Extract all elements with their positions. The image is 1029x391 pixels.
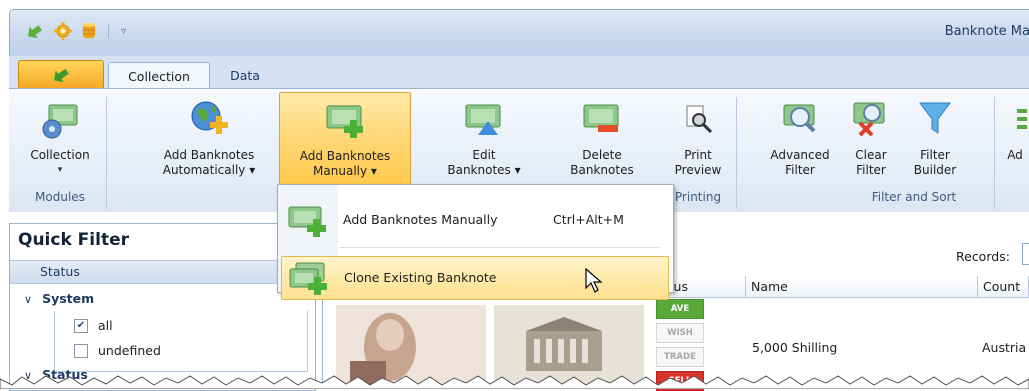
add-auto-label-1: Add Banknotes xyxy=(163,148,255,162)
tab-collection[interactable]: Collection xyxy=(108,62,210,89)
builder-label-1: Filter xyxy=(920,148,950,162)
collection-button[interactable]: Collection ▾ xyxy=(17,92,103,187)
checkbox-unchecked[interactable] xyxy=(74,343,88,358)
delete-banknotes-button[interactable]: Delete Banknotes xyxy=(552,92,652,187)
application-menu-button[interactable] xyxy=(18,60,104,89)
add-banknotes-manually-button[interactable]: Add Banknotes Manually ▾ xyxy=(279,92,411,189)
print-label-2: Preview xyxy=(674,163,722,177)
print-preview-icon xyxy=(686,105,713,134)
clear-filter-icon xyxy=(853,102,885,137)
clear-label-1: Clear xyxy=(855,148,887,162)
database-icon[interactable] xyxy=(82,22,96,40)
menu-item-shortcut: Ctrl+Alt+M xyxy=(553,212,624,227)
banknote-add-icon xyxy=(326,105,363,138)
group-modules-label: Modules xyxy=(35,190,85,204)
collection-icon xyxy=(42,104,78,139)
add-cut-off-button[interactable]: Ad xyxy=(1001,92,1029,187)
status-section-header[interactable]: Status xyxy=(10,260,315,284)
clear-filter-button[interactable]: Clear Filter xyxy=(847,92,895,187)
records-label: Records: xyxy=(956,249,1010,264)
tab-data[interactable]: Data xyxy=(220,62,270,88)
filter-item-all[interactable]: ✔ all xyxy=(74,318,113,333)
quick-access-toolbar: ▿ xyxy=(24,22,126,40)
menu-item-label: Add Banknotes Manually xyxy=(343,212,498,227)
print-preview-button[interactable]: Print Preview xyxy=(661,92,735,187)
delete-label-2: Banknotes xyxy=(570,163,634,177)
collection-label: Collection xyxy=(30,148,90,162)
torn-edge-decoration xyxy=(0,375,1029,389)
status-section-label: Status xyxy=(40,264,80,279)
advanced-filter-button[interactable]: Advanced Filter xyxy=(755,92,845,187)
globe-add-icon xyxy=(191,101,228,134)
print-label-1: Print xyxy=(684,148,712,162)
column-header-country[interactable]: Count xyxy=(978,276,1029,298)
banknote-delete-icon xyxy=(583,104,619,132)
menu-separator xyxy=(340,247,660,248)
builder-label-2: Builder xyxy=(913,163,957,177)
banknote-search-icon xyxy=(783,104,816,133)
chevron-down-icon: ∨ xyxy=(24,293,33,306)
funnel-icon xyxy=(919,102,951,134)
cell-country[interactable]: Austria xyxy=(982,340,1026,355)
cut-off-label: Ad xyxy=(1007,148,1023,162)
checkbox-checked[interactable]: ✔ xyxy=(74,318,88,333)
column-header-name[interactable]: Name xyxy=(746,276,978,298)
advanced-label-1: Advanced xyxy=(770,148,830,162)
delete-label-1: Delete xyxy=(582,148,622,162)
add-auto-label-2: Automatically ▾ xyxy=(162,163,256,177)
add-banknotes-automatically-button[interactable]: Add Banknotes Automatically ▾ xyxy=(144,92,274,187)
app-arrow-icon xyxy=(54,68,69,83)
system-group-label: System xyxy=(42,291,95,306)
menu-item-add-banknotes-manually[interactable]: Add Banknotes Manually Ctrl+Alt+M xyxy=(281,199,667,241)
system-group-header[interactable]: ∨ System xyxy=(24,291,94,306)
menu-item-clone-existing-banknote[interactable]: Clone Existing Banknote xyxy=(281,256,669,300)
add-manual-label-1: Add Banknotes xyxy=(299,149,391,163)
have-badge[interactable]: AVE xyxy=(656,299,704,319)
banknote-clone-icon xyxy=(289,262,327,295)
gear-icon[interactable] xyxy=(54,22,72,40)
menu-item-label: Clone Existing Banknote xyxy=(344,270,497,285)
group-separator xyxy=(106,97,107,209)
add-manual-label-2: Manually ▾ xyxy=(313,164,377,178)
quick-filter-title: Quick Filter xyxy=(18,230,129,250)
group-separator xyxy=(736,97,737,209)
add-manually-dropdown-menu: Add Banknotes Manually Ctrl+Alt+M Clone … xyxy=(277,184,674,300)
filter-item-label: all xyxy=(98,318,113,333)
sort-icon xyxy=(1017,109,1027,129)
quick-filter-panel: Quick Filter Status ∨ System ✔ all undefin… xyxy=(9,223,316,391)
filter-builder-button[interactable]: Filter Builder xyxy=(902,92,968,187)
advanced-label-2: Filter xyxy=(785,163,815,177)
edit-banknotes-button[interactable]: Edit Banknotes ▾ xyxy=(429,92,539,187)
clear-label-2: Filter xyxy=(856,163,886,177)
cell-name[interactable]: 5,000 Shilling xyxy=(752,340,837,355)
wish-badge[interactable]: WISH xyxy=(656,323,704,343)
filter-item-undefined[interactable]: undefined xyxy=(74,343,161,358)
app-arrow-icon[interactable] xyxy=(24,22,44,40)
records-count-field xyxy=(1022,243,1029,265)
mouse-cursor-icon xyxy=(585,268,603,293)
window-title-bar: ▿ Banknote Ma xyxy=(9,9,1029,56)
customize-qat-icon[interactable]: ▿ xyxy=(121,26,126,37)
edit-label-1: Edit xyxy=(472,148,496,162)
filter-item-label: undefined xyxy=(98,343,161,358)
banknote-edit-icon xyxy=(465,104,501,135)
edit-label-2: Banknotes ▾ xyxy=(447,163,521,177)
group-filter-sort-label: Filter and Sort xyxy=(871,190,957,204)
window-title: Banknote Ma xyxy=(944,24,1029,39)
trade-badge[interactable]: TRADE xyxy=(656,347,704,367)
banknote-add-icon xyxy=(288,206,326,237)
group-separator xyxy=(994,97,995,209)
